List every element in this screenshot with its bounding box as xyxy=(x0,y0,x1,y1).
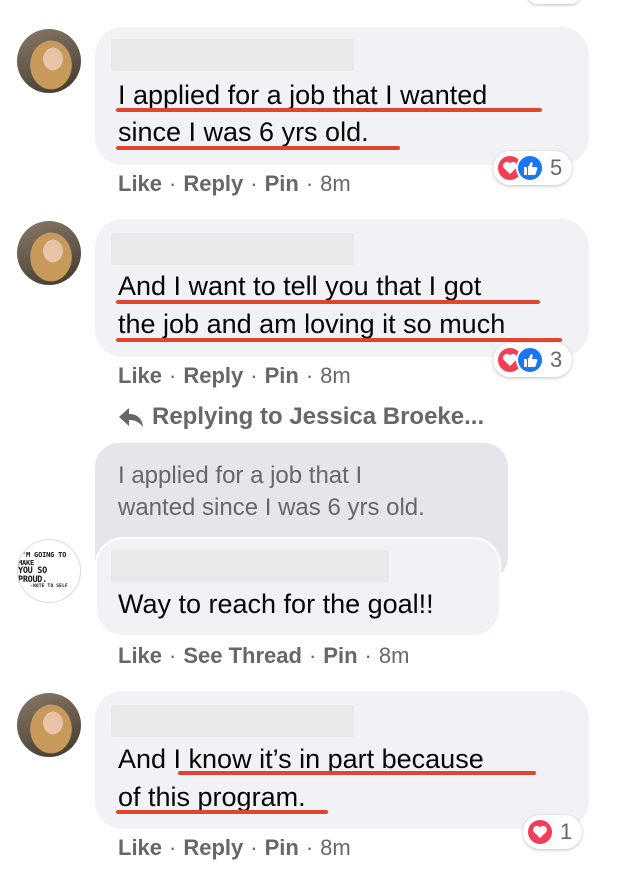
like-link[interactable]: Like xyxy=(118,171,162,197)
see-thread-link[interactable]: See Thread xyxy=(183,643,302,669)
comment-actions: Like · Reply · Pin · 8m xyxy=(118,171,351,197)
reply-link[interactable]: Reply xyxy=(183,363,243,389)
comment-actions: Like · Reply · Pin · 8m xyxy=(118,835,351,861)
pin-link[interactable]: Pin xyxy=(265,363,299,389)
replying-to-text: Replying to Jessica Broeke... xyxy=(152,403,485,430)
separator: · xyxy=(169,171,177,196)
separator: · xyxy=(364,643,372,668)
separator: · xyxy=(169,643,177,668)
reaction-summary[interactable]: 3 xyxy=(493,343,573,377)
highlight-underline xyxy=(116,810,328,814)
heart-icon xyxy=(526,818,554,846)
separator: · xyxy=(305,171,314,196)
reply-link[interactable]: Reply xyxy=(183,835,243,861)
comment-text-line: Way to reach for the goal!! xyxy=(118,589,434,619)
cut-off-reaction-chip xyxy=(528,0,580,4)
highlight-underline xyxy=(116,338,562,342)
separator: · xyxy=(250,835,258,860)
redacted-author-name xyxy=(111,39,354,71)
avatar[interactable] xyxy=(17,29,81,93)
replying-to-label[interactable]: Replying to Jessica Broeke... xyxy=(118,403,484,431)
avatar-text: -NOTE TO SELF xyxy=(30,583,68,589)
timestamp[interactable]: 8m xyxy=(320,363,351,389)
timestamp[interactable]: 8m xyxy=(320,835,351,861)
reply-link[interactable]: Reply xyxy=(183,171,243,197)
pin-link[interactable]: Pin xyxy=(323,643,357,669)
avatar-text: I'M GOING TO MAKE xyxy=(18,551,67,567)
quoted-text-line: wanted since I was 6 yrs old. xyxy=(118,494,425,521)
pin-link[interactable]: Pin xyxy=(265,835,299,861)
like-link[interactable]: Like xyxy=(118,363,162,389)
cut-off-action-row xyxy=(118,0,378,4)
separator: · xyxy=(250,363,258,388)
like-link[interactable]: Like xyxy=(118,835,162,861)
thumbs-up-icon xyxy=(516,154,544,182)
avatar[interactable] xyxy=(17,693,81,757)
reaction-count: 5 xyxy=(550,155,563,180)
pin-link[interactable]: Pin xyxy=(265,171,299,197)
highlight-underline xyxy=(116,146,400,150)
highlight-underline xyxy=(116,300,540,304)
separator: · xyxy=(305,363,314,388)
redacted-author-name xyxy=(111,550,389,582)
separator: · xyxy=(250,171,258,196)
quoted-text-line: I applied for a job that I xyxy=(118,462,363,489)
timestamp[interactable]: 8m xyxy=(379,643,410,669)
redacted-author-name xyxy=(111,705,354,737)
like-link[interactable]: Like xyxy=(118,643,162,669)
avatar[interactable]: I'M GOING TO MAKE YOU SO PROUD. -NOTE TO… xyxy=(17,539,81,603)
highlight-underline xyxy=(178,771,536,775)
avatar-text: YOU SO PROUD. xyxy=(18,566,47,585)
redacted-author-name xyxy=(111,233,354,265)
reply-arrow-icon xyxy=(119,408,143,427)
separator: · xyxy=(305,835,314,860)
separator: · xyxy=(308,643,317,668)
comment-actions: Like · See Thread · Pin · 8m xyxy=(118,643,409,669)
timestamp[interactable]: 8m xyxy=(320,171,351,197)
avatar[interactable] xyxy=(17,221,81,285)
separator: · xyxy=(169,363,177,388)
reaction-count: 1 xyxy=(560,819,573,844)
highlight-underline xyxy=(116,108,542,112)
reaction-summary[interactable]: 5 xyxy=(493,151,573,185)
reaction-summary[interactable]: 1 xyxy=(523,815,583,849)
comment-actions: Like · Reply · Pin · 8m xyxy=(118,363,351,389)
reaction-count: 3 xyxy=(550,347,563,372)
thumbs-up-icon xyxy=(516,346,544,374)
separator: · xyxy=(169,835,177,860)
